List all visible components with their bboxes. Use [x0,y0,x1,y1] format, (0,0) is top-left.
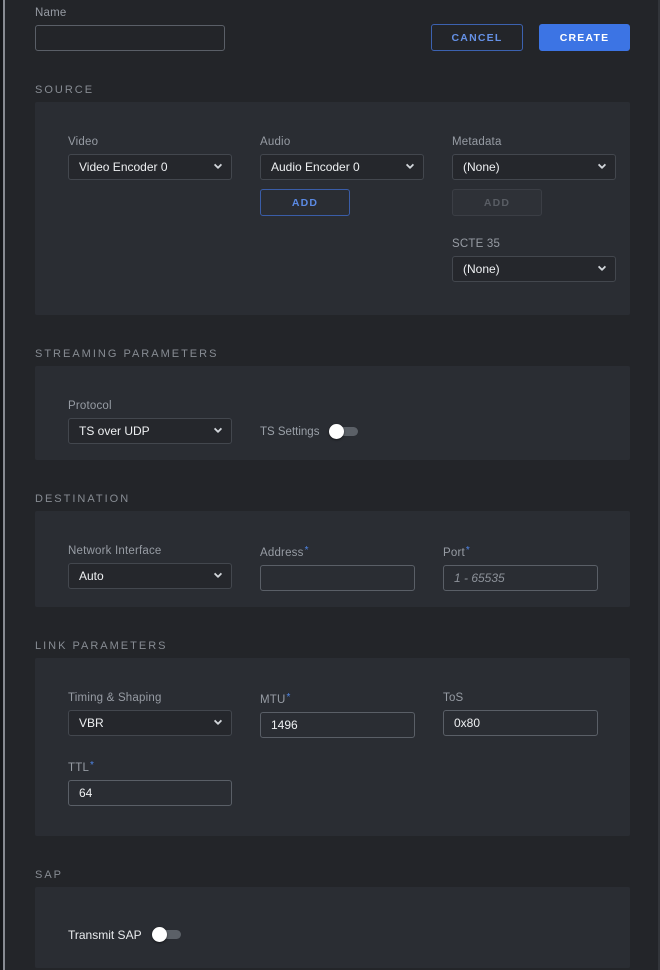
link-parameters-card: Timing & Shaping VBR MTU* ToS [35,658,630,836]
chevron-down-icon [406,161,414,169]
audio-label: Audio [260,136,424,148]
ts-settings-label: TS Settings [260,426,319,438]
video-field: Video Video Encoder 0 [68,136,232,180]
ttl-input[interactable] [68,780,232,806]
sap-section: SAP Transmit SAP [35,869,630,968]
form-actions: CANCEL CREATE [431,24,630,51]
panel-left-edge [0,0,5,970]
network-interface-select[interactable]: Auto [68,563,232,589]
sap-card: Transmit SAP [35,887,630,968]
audio-select-value: Audio Encoder 0 [271,160,360,174]
video-label: Video [68,136,232,148]
required-asterisk: * [466,545,470,556]
destination-title: DESTINATION [35,493,630,505]
name-label: Name [35,7,225,19]
required-asterisk: * [287,692,291,703]
chevron-down-icon [214,161,222,169]
metadata-field: Metadata (None) ADD SCTE 35 (None) [452,136,616,282]
destination-section: DESTINATION Network Interface Auto Addre… [35,493,630,607]
chevron-down-icon [598,263,606,271]
metadata-select[interactable]: (None) [452,154,616,180]
transmit-sap-toggle[interactable] [152,927,181,942]
form-header: Name CANCEL CREATE [35,7,630,51]
source-section: SOURCE Video Video Encoder 0 Audio Audio [35,84,630,315]
source-section-title: SOURCE [35,84,630,96]
scte35-field: SCTE 35 (None) [452,238,616,282]
transmit-sap-field: Transmit SAP [68,927,597,942]
metadata-label: Metadata [452,136,616,148]
name-input[interactable] [35,25,225,51]
address-input[interactable] [260,565,415,591]
chevron-down-icon [598,161,606,169]
link-parameters-section: LINK PARAMETERS Timing & Shaping VBR MTU… [35,640,630,836]
timing-shaping-field: Timing & Shaping VBR [68,692,232,736]
chevron-down-icon [214,717,222,725]
network-interface-field: Network Interface Auto [68,545,232,589]
audio-select[interactable]: Audio Encoder 0 [260,154,424,180]
sap-title: SAP [35,869,630,881]
cancel-button[interactable]: CANCEL [431,24,523,51]
streaming-parameters-card: Protocol TS over UDP TS Settings [35,366,630,460]
streaming-parameters-section: STREAMING PARAMETERS Protocol TS over UD… [35,348,630,460]
source-card: Video Video Encoder 0 Audio Audio Encode… [35,102,630,315]
address-label: Address* [260,545,415,559]
video-select[interactable]: Video Encoder 0 [68,154,232,180]
video-select-value: Video Encoder 0 [79,160,168,174]
link-parameters-title: LINK PARAMETERS [35,640,630,652]
required-asterisk: * [90,760,94,771]
ttl-label: TTL* [68,760,232,774]
tos-field: ToS [443,692,598,736]
toggle-knob [329,424,344,439]
mtu-field: MTU* [260,692,415,738]
port-label: Port* [443,545,598,559]
tos-label: ToS [443,692,598,704]
ts-settings-toggle[interactable] [329,424,358,439]
metadata-select-value: (None) [463,160,500,174]
create-output-form: Name CANCEL CREATE SOURCE Video Video En… [0,0,660,968]
port-field: Port* [443,545,598,591]
add-audio-button[interactable]: ADD [260,189,350,216]
scte35-label: SCTE 35 [452,238,616,250]
toggle-knob [152,927,167,942]
scte35-select-value: (None) [463,262,500,276]
protocol-field: Protocol TS over UDP [68,400,232,444]
mtu-label: MTU* [260,692,415,706]
ttl-field: TTL* [68,760,232,806]
address-field: Address* [260,545,415,591]
network-interface-select-value: Auto [79,569,104,583]
chevron-down-icon [214,425,222,433]
protocol-select-value: TS over UDP [79,424,150,438]
timing-shaping-select-value: VBR [79,716,104,730]
name-field: Name [35,7,225,51]
tos-input[interactable] [443,710,598,736]
timing-shaping-select[interactable]: VBR [68,710,232,736]
add-metadata-button-disabled: ADD [452,189,542,216]
create-button[interactable]: CREATE [539,24,630,51]
destination-card: Network Interface Auto Address* Port* [35,511,630,607]
streaming-parameters-title: STREAMING PARAMETERS [35,348,630,360]
ts-settings-field: TS Settings [260,424,358,439]
transmit-sap-label: Transmit SAP [68,928,142,942]
chevron-down-icon [214,570,222,578]
port-input[interactable] [443,565,598,591]
audio-field: Audio Audio Encoder 0 ADD [260,136,424,216]
protocol-label: Protocol [68,400,232,412]
scte35-select[interactable]: (None) [452,256,616,282]
required-asterisk: * [305,545,309,556]
protocol-select[interactable]: TS over UDP [68,418,232,444]
network-interface-label: Network Interface [68,545,232,557]
timing-shaping-label: Timing & Shaping [68,692,232,704]
mtu-input[interactable] [260,712,415,738]
